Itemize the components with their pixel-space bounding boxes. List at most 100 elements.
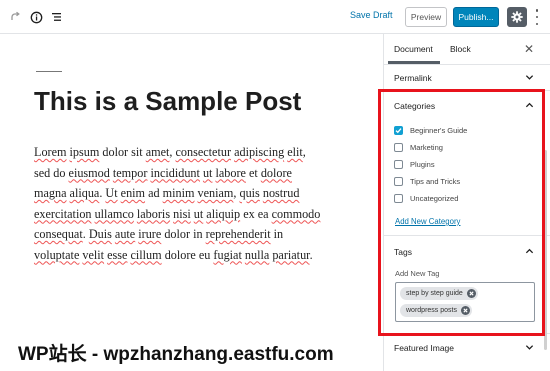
tab-block[interactable]: Block xyxy=(450,44,471,54)
body-text: dolore eu xyxy=(161,247,214,262)
tags-input[interactable]: step by step guide wordpress posts xyxy=(395,282,535,322)
misspelled-word: dolore xyxy=(260,165,292,180)
close-sidebar-icon[interactable]: ✕ xyxy=(524,42,534,56)
misspelled-word: velit xyxy=(82,247,105,262)
tags-panel-header[interactable]: Tags xyxy=(384,236,550,264)
sidebar-scrollbar[interactable] xyxy=(544,150,547,350)
redo-icon[interactable] xyxy=(6,8,24,26)
chevron-down-icon xyxy=(525,345,534,350)
permalink-label: Permalink xyxy=(394,73,432,83)
misspelled-word: minim xyxy=(162,186,195,200)
misspelled-word: Duis xyxy=(88,227,112,241)
featured-image-label: Featured Image xyxy=(394,343,455,353)
category-item-plugins[interactable]: Plugins xyxy=(394,158,435,170)
category-item-marketing[interactable]: Marketing xyxy=(394,141,443,153)
misspelled-word: exercitation xyxy=(34,206,92,221)
add-new-tag-label: Add New Tag xyxy=(395,269,440,278)
misspelled-word: irure xyxy=(138,227,162,241)
category-item-beginners-guide[interactable]: Beginner's Guide xyxy=(394,124,467,136)
category-item-uncategorized[interactable]: Uncategorized xyxy=(394,192,458,204)
permalink-panel-header[interactable]: Permalink xyxy=(384,64,550,91)
body-text: . xyxy=(309,247,313,262)
tag-token-label: step by step guide xyxy=(406,290,463,297)
category-checkbox[interactable] xyxy=(394,159,403,169)
category-checkbox[interactable] xyxy=(394,193,403,203)
category-label: Marketing xyxy=(410,142,443,152)
body-text: ad xyxy=(145,186,163,200)
misspelled-word: quis xyxy=(239,186,260,200)
misspelled-word: aliqua xyxy=(69,186,100,200)
tag-token-label: wordpress posts xyxy=(406,307,457,314)
misspelled-word: laboris xyxy=(136,206,171,221)
block-navigation-icon[interactable] xyxy=(48,8,66,26)
remove-tag-icon[interactable] xyxy=(466,289,476,298)
settings-button[interactable] xyxy=(507,7,527,27)
post-title[interactable]: This is a Sample Post xyxy=(34,86,301,117)
post-body-paragraph[interactable]: Lorem ipsum dolor sit amet, consectetur … xyxy=(34,142,324,265)
tag-token: step by step guide xyxy=(400,287,478,300)
tags-heading: Tags xyxy=(394,247,412,257)
misspelled-word: veniam xyxy=(197,186,234,200)
settings-sidebar: Document Block ✕ Permalink Categories Be… xyxy=(383,34,550,371)
info-icon[interactable] xyxy=(27,8,45,26)
misspelled-word: voluptate xyxy=(34,247,80,262)
misspelled-word: consequat xyxy=(34,227,83,241)
category-checkbox-checked[interactable] xyxy=(394,125,403,135)
publish-button[interactable]: Publish... xyxy=(453,7,499,27)
misspelled-word: labore xyxy=(215,165,246,180)
gear-icon xyxy=(511,11,523,23)
body-text: dolor in xyxy=(161,227,206,241)
misspelled-word: ipsum xyxy=(69,145,100,159)
preview-button[interactable]: Preview xyxy=(405,7,447,27)
misspelled-word: nostrud xyxy=(262,186,300,200)
categories-panel-header[interactable]: Categories xyxy=(384,91,550,117)
misspelled-word: consectetur xyxy=(175,145,232,159)
category-label: Tips and Tricks xyxy=(410,176,461,186)
misspelled-word: incididunt xyxy=(150,165,200,180)
category-label: Plugins xyxy=(410,159,435,169)
misspelled-word: ut xyxy=(193,206,204,221)
add-new-category-link[interactable]: Add New Category xyxy=(395,217,460,226)
chevron-up-icon xyxy=(525,248,534,254)
save-draft-button[interactable]: Save Draft xyxy=(350,10,393,20)
misspelled-word: Lorem xyxy=(34,145,67,159)
sidebar-tabs: Document Block ✕ xyxy=(384,34,550,65)
category-label: Uncategorized xyxy=(410,193,459,203)
misspelled-word: ullamco xyxy=(94,206,134,221)
misspelled-word: eiusmod xyxy=(68,165,110,180)
body-text: et xyxy=(245,165,261,180)
misspelled-word: Ut xyxy=(105,186,118,200)
remove-tag-icon[interactable] xyxy=(460,306,470,315)
title-separator xyxy=(36,71,62,72)
misspelled-word: magna xyxy=(34,186,67,200)
category-checkbox[interactable] xyxy=(394,142,403,152)
misspelled-word: commodo xyxy=(271,206,321,221)
category-item-tips-and-tricks[interactable]: Tips and Tricks xyxy=(394,175,460,187)
body-text: ex ea xyxy=(240,206,272,221)
misspelled-word: pariatur xyxy=(272,247,310,262)
chevron-down-icon xyxy=(525,75,534,80)
misspelled-word: nisi xyxy=(173,206,191,221)
misspelled-word: cillum xyxy=(130,247,162,262)
top-toolbar: Save Draft Preview Publish... xyxy=(0,0,550,34)
editor-canvas: This is a Sample Post Lorem ipsum dolor … xyxy=(0,34,383,371)
misspelled-word: adipiscing xyxy=(234,145,285,159)
misspelled-word: esse xyxy=(107,247,128,262)
misspelled-word: fugiat xyxy=(213,247,242,262)
more-options-icon[interactable] xyxy=(534,9,540,25)
checkmark-icon xyxy=(395,127,402,133)
category-checkbox[interactable] xyxy=(394,176,403,186)
category-label: Beginner's Guide xyxy=(410,125,468,135)
misspelled-word: aliquip xyxy=(206,206,241,221)
featured-image-panel-header[interactable]: Featured Image xyxy=(384,334,550,362)
body-text: in xyxy=(270,227,284,241)
watermark-text: WP站长 - wpzhanzhang.eastfu.com xyxy=(18,344,334,365)
tag-token: wordpress posts xyxy=(400,304,472,317)
tab-document[interactable]: Document xyxy=(394,44,433,54)
misspelled-word: tempor xyxy=(112,165,148,180)
body-text: dolor sit xyxy=(99,145,146,159)
misspelled-word: reprehenderit xyxy=(205,227,271,241)
misspelled-word: ut xyxy=(202,165,213,180)
misspelled-word: amet xyxy=(145,145,170,159)
misspelled-word: nulla xyxy=(244,247,270,262)
